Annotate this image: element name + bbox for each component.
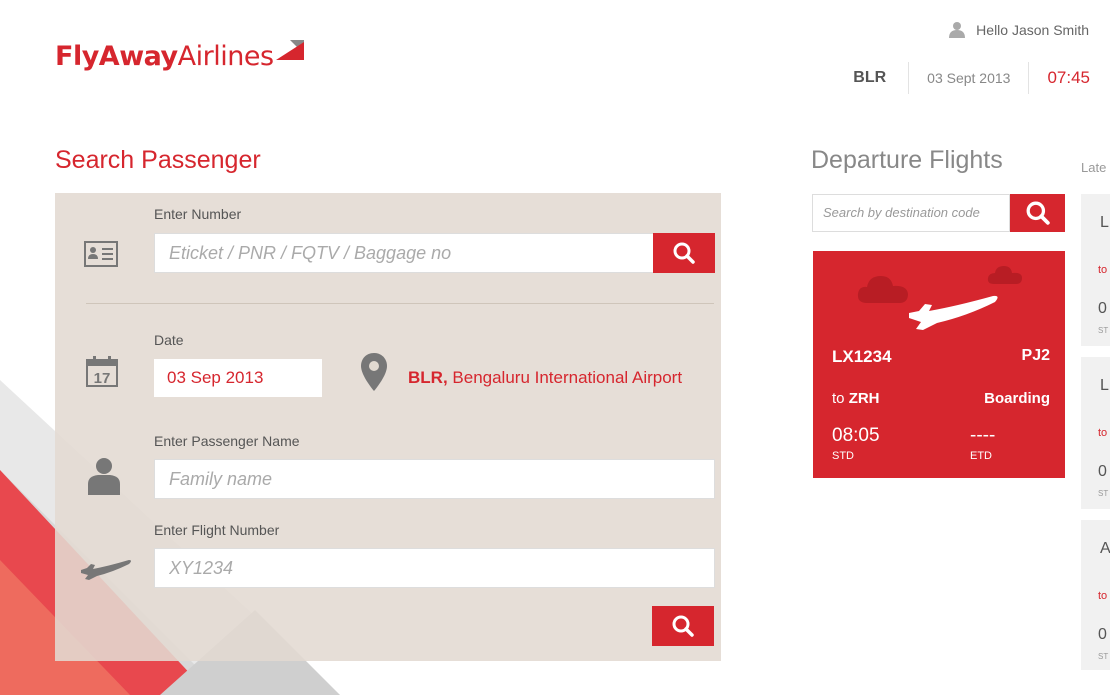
search-passenger-title: Search Passenger xyxy=(55,146,261,174)
departure-flights-title: Departure Flights xyxy=(811,146,1003,174)
search-panel: Enter Number Date 17 03 Sep 2013 BLR, Be… xyxy=(55,193,721,661)
airplane-icon xyxy=(81,560,131,580)
flight-etd: ---- xyxy=(970,425,996,446)
user-icon xyxy=(949,22,966,38)
latest-label: Late xyxy=(1081,160,1107,175)
date-field[interactable]: 03 Sep 2013 xyxy=(154,359,322,397)
status-bar: BLR 03 Sept 2013 07:45 xyxy=(853,62,1090,94)
latest-flight-card[interactable]: L to 0 ST xyxy=(1081,194,1110,346)
map-pin-icon xyxy=(361,353,387,391)
latest-card-std: ST xyxy=(1098,652,1109,661)
date-label: Date xyxy=(154,332,184,348)
destination-search-input[interactable]: Search by destination code xyxy=(812,194,1010,232)
passenger-search-button[interactable] xyxy=(652,606,714,646)
cloud-icon xyxy=(987,266,1022,284)
number-label: Enter Number xyxy=(154,206,242,222)
latest-card-to: to xyxy=(1098,264,1108,276)
flight-number-input[interactable] xyxy=(154,548,715,588)
brand-logo[interactable]: FlyAwayAirlines xyxy=(55,38,306,72)
passenger-name-label: Enter Passenger Name xyxy=(154,433,300,449)
search-icon xyxy=(672,615,694,637)
cloud-icon xyxy=(857,276,908,303)
latest-flight-card[interactable]: A to 0 ST xyxy=(1081,520,1110,670)
search-icon xyxy=(673,242,695,264)
flight-std-label: STD xyxy=(832,450,854,462)
id-card-icon xyxy=(84,241,118,267)
latest-card-std: ST xyxy=(1098,489,1109,498)
destination-search-button[interactable] xyxy=(1010,194,1065,232)
flight-code: LX1234 xyxy=(832,347,892,366)
user-greeting[interactable]: Hello Jason Smith xyxy=(948,21,1089,39)
latest-card-title: A xyxy=(1100,540,1110,557)
flight-destination: to ZRH xyxy=(832,390,880,407)
calendar-icon: 17 xyxy=(86,356,118,387)
latest-card-title: L xyxy=(1100,214,1109,231)
latest-card-to: to xyxy=(1098,590,1108,602)
flight-std: 08:05 xyxy=(832,425,880,446)
flight-number-label: Enter Flight Number xyxy=(154,522,280,538)
person-icon xyxy=(88,458,120,495)
latest-card-to: to xyxy=(1098,427,1108,439)
latest-card-time: 0 xyxy=(1098,626,1107,643)
svg-text:17: 17 xyxy=(94,370,111,387)
logo-mark-icon xyxy=(275,40,304,60)
current-date: 03 Sept 2013 xyxy=(908,62,1030,94)
airplane-icon xyxy=(909,295,998,330)
current-airport: BLR xyxy=(853,69,887,86)
latest-card-title: L xyxy=(1100,377,1109,394)
latest-card-std: ST xyxy=(1098,326,1109,335)
number-input[interactable] xyxy=(154,233,654,273)
family-name-input[interactable] xyxy=(154,459,715,499)
divider xyxy=(86,303,714,304)
latest-card-time: 0 xyxy=(1098,463,1107,480)
greeting-text: Hello Jason Smith xyxy=(976,22,1089,38)
logo-text: FlyAwayAirlines xyxy=(55,41,274,72)
latest-flight-card[interactable]: L to 0 ST xyxy=(1081,357,1110,509)
number-search-button[interactable] xyxy=(653,233,715,273)
search-icon xyxy=(1026,201,1050,225)
latest-card-time: 0 xyxy=(1098,300,1107,317)
flight-gate: PJ2 xyxy=(1021,347,1050,364)
flight-etd-label: ETD xyxy=(970,450,992,462)
featured-flight-card[interactable]: LX1234 PJ2 to ZRH Boarding 08:05 STD ---… xyxy=(813,251,1065,478)
flight-status: Boarding xyxy=(984,390,1050,407)
current-time: 07:45 xyxy=(1047,68,1090,87)
airport-info: BLR, Bengaluru International Airport xyxy=(408,368,683,387)
